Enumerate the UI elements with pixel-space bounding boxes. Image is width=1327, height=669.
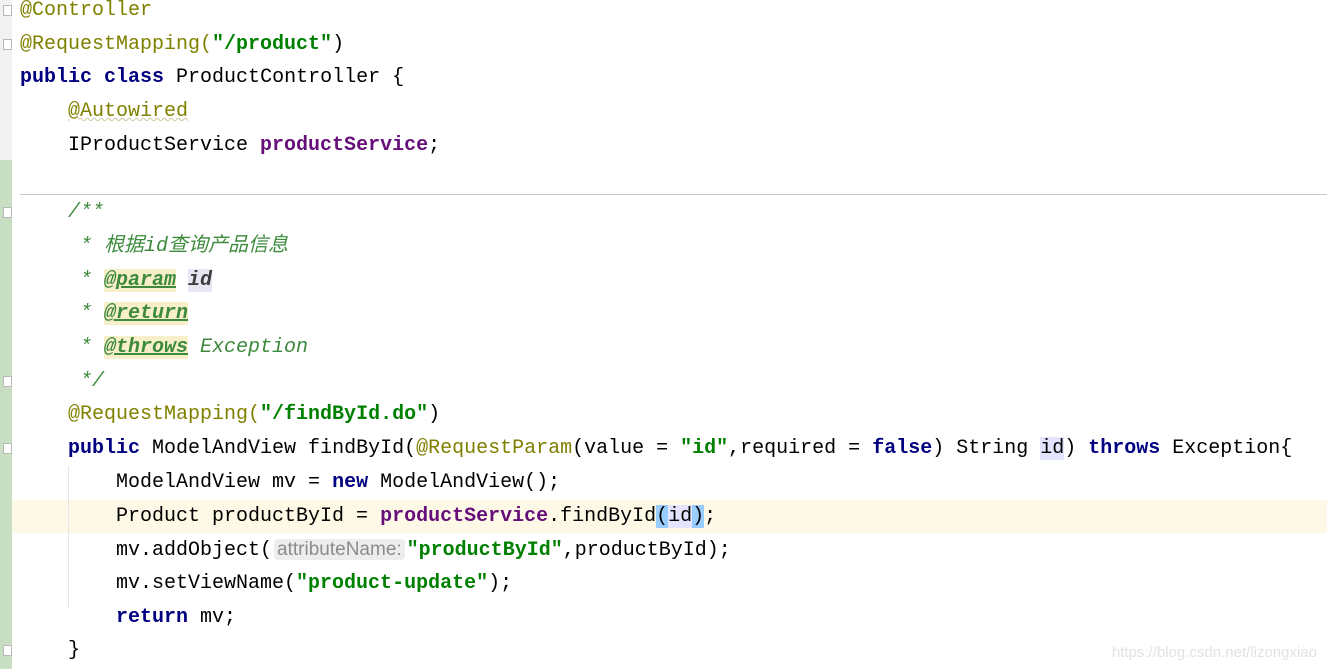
fold-toggle-icon[interactable] (3, 38, 12, 50)
code-line[interactable]: * @param id (20, 264, 213, 298)
code-token: * 根据id查询产品信息 (20, 234, 289, 258)
code-line[interactable]: * @return (20, 297, 189, 331)
code-token: @Autowired (68, 100, 189, 124)
code-token: ; (704, 504, 717, 528)
code-token: throws (1088, 437, 1161, 461)
code-token: ,required = (728, 437, 873, 461)
code-line[interactable]: */ (20, 365, 104, 399)
code-line[interactable]: mv.setViewName("product-update"); (20, 567, 512, 601)
code-token: "id" (680, 437, 729, 461)
code-line[interactable]: return mv; (20, 601, 236, 635)
code-token: IProductService (20, 133, 261, 157)
code-line[interactable]: } (20, 634, 80, 668)
code-line[interactable]: @Autowired (20, 95, 188, 129)
code-line[interactable]: @Controller (20, 0, 152, 28)
code-token: ModelAndView findById( (140, 437, 417, 461)
code-line[interactable]: * @throws Exception (20, 331, 308, 365)
code-token: */ (20, 369, 105, 393)
code-token: /** (20, 201, 105, 225)
code-token: class (104, 66, 165, 90)
code-token: ) (332, 32, 345, 56)
code-token: ) (428, 403, 441, 427)
code-token: ModelAndView(); (368, 470, 561, 494)
code-token: } (20, 639, 81, 663)
code-line[interactable]: @RequestMapping("/product") (20, 28, 344, 62)
code-token: Exception{ (1160, 437, 1293, 461)
code-token: ,productById); (562, 539, 731, 563)
fold-toggle-icon[interactable] (3, 5, 12, 16)
code-token: mv.addObject( (20, 539, 273, 563)
code-token: mv.setViewName( (20, 571, 297, 595)
code-token: @RequestParam (416, 437, 573, 461)
code-token: "/product" (212, 32, 333, 56)
code-token: @param (104, 268, 177, 292)
watermark: https://blog.csdn.net/lizongxiao (1111, 644, 1317, 661)
editor-gutter (0, 0, 12, 669)
fold-toggle-icon[interactable] (3, 207, 12, 219)
code-token: productService (380, 504, 549, 528)
code-token: id (188, 268, 213, 292)
code-token: @RequestMapping( (20, 32, 213, 56)
code-token: ) (692, 504, 705, 528)
code-token: .findById (548, 504, 657, 528)
code-token: mv; (188, 605, 237, 629)
code-token: Product productById = (20, 504, 381, 528)
code-token: return (116, 605, 189, 629)
fold-toggle-icon[interactable] (3, 375, 12, 387)
parameter-hint: attributeName: (274, 539, 405, 561)
vcs-change-marker[interactable] (0, 160, 12, 669)
code-line[interactable]: * 根据id查询产品信息 (20, 230, 288, 264)
code-token: (value = (572, 437, 681, 461)
code-token: @return (104, 302, 189, 326)
code-line[interactable]: /** (20, 196, 104, 230)
code-token: id (668, 504, 693, 528)
code-token: ) String (932, 437, 1041, 461)
code-token: ; (428, 133, 441, 157)
code-token: @throws (104, 336, 189, 359)
code-token: false (872, 437, 933, 461)
code-token: @Controller (20, 0, 153, 22)
code-line[interactable]: mv.addObject(attributeName: "productById"… (20, 533, 731, 567)
code-token: ModelAndView mv = (20, 470, 333, 494)
method-separator (20, 194, 1327, 195)
code-token: ) (1064, 437, 1089, 461)
code-token: "productById" (406, 539, 563, 563)
code-line[interactable]: IProductService productService; (20, 129, 440, 163)
code-token: productService (260, 133, 429, 157)
code-token: id (1040, 437, 1065, 461)
code-line[interactable]: ModelAndView mv = new ModelAndView(); (20, 466, 560, 500)
code-token: "/findById.do" (260, 403, 429, 427)
code-token: @RequestMapping( (68, 403, 261, 427)
code-line[interactable]: @RequestMapping("/findById.do") (20, 398, 440, 432)
code-token: * (20, 302, 105, 326)
fold-toggle-icon[interactable] (3, 443, 12, 455)
code-token: ( (656, 504, 669, 528)
fold-toggle-icon[interactable] (3, 645, 12, 657)
code-token: * (20, 268, 105, 292)
code-token: * (20, 336, 105, 359)
code-token: Exception (188, 336, 309, 359)
code-token: public (20, 66, 93, 90)
code-line[interactable]: public ModelAndView findById(@RequestPar… (20, 432, 1292, 466)
code-line[interactable]: public class ProductController { (20, 61, 404, 95)
code-line[interactable]: Product productById = productService.fin… (20, 500, 716, 534)
code-token: ); (488, 571, 513, 595)
code-token: "product-update" (296, 571, 489, 595)
code-token: new (332, 470, 369, 494)
code-token: public (68, 437, 141, 461)
code-token: ProductController { (164, 66, 405, 90)
